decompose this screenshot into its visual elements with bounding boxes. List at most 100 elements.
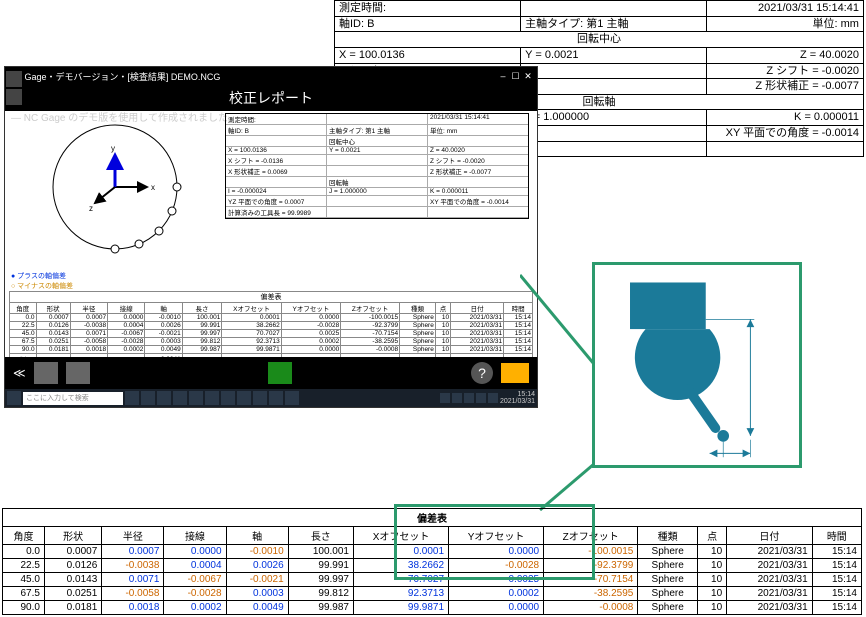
dev-table-header: 接線	[164, 527, 226, 545]
app-toolbar: ≪ ?	[5, 357, 537, 389]
info-cell: Z 形状補正 = -0.0077	[707, 79, 863, 94]
dev-table-cell: 2021/03/31	[727, 601, 812, 615]
mini-info-cell: 計算済みの工具長 = 99.9989	[226, 207, 327, 217]
mini-table-cell: 0.0003	[145, 338, 182, 346]
mini-table-cell: -0.0038	[70, 322, 107, 330]
info-cell: J = 1.000000	[521, 110, 707, 125]
sidebar-icon-2[interactable]	[6, 89, 22, 105]
dev-table-cell: 15:14	[812, 545, 861, 559]
taskbar-app-icon[interactable]	[221, 391, 235, 405]
dev-table-header: 半径	[102, 527, 164, 545]
info-cell: K = 0.000011	[707, 110, 863, 125]
taskbar-app-icon[interactable]	[285, 391, 299, 405]
tray-icon[interactable]	[452, 393, 462, 403]
app-titlebar: NC Gage・デモバージョン・[検査結果] DEMO.NCG – ☐ ✕	[5, 67, 537, 85]
start-button[interactable]	[7, 391, 21, 405]
help-icon[interactable]: ?	[471, 362, 493, 384]
mini-table-cell: 15:14	[504, 322, 533, 330]
dev-table-cell: -0.0021	[226, 573, 288, 587]
info-cell: X = 100.0136	[335, 48, 521, 63]
taskbar-search[interactable]: ここに入力して検索	[23, 392, 123, 405]
dev-table-header: 時間	[812, 527, 861, 545]
taskbar-app-icon[interactable]	[253, 391, 267, 405]
dev-table-cell: 67.5	[3, 587, 45, 601]
dev-table-cell: 2021/03/31	[727, 545, 812, 559]
dev-table-cell: 0.0003	[226, 587, 288, 601]
mini-info-cell	[327, 155, 428, 165]
info-cell: 軸ID: B	[335, 17, 521, 32]
app-body: 校正レポート — NC Gage のデモ版を使用して作成されました。 x y z	[5, 85, 537, 359]
taskbar-app-icon[interactable]	[173, 391, 187, 405]
dev-table-header: 点	[698, 527, 727, 545]
window-buttons[interactable]: – ☐ ✕	[498, 71, 533, 82]
dev-table-cell: Sphere	[638, 545, 698, 559]
info-cell	[521, 126, 707, 141]
mini-info-cell: 回転中心	[327, 136, 428, 146]
mini-table-cell: -0.0058	[70, 338, 107, 346]
mini-info-cell: Y = 0.0021	[327, 147, 428, 154]
mini-table-cell: -0.0067	[108, 330, 145, 338]
mini-table-cell: Sphere	[400, 314, 436, 322]
tray-icon[interactable]	[440, 393, 450, 403]
deviation-table: 偏差表角度形状半径接線軸長さXオフセットYオフセットZオフセット種類点日付時間0…	[2, 508, 862, 615]
printer2-icon[interactable]	[66, 362, 90, 384]
dev-table-header: Zオフセット	[544, 527, 638, 545]
dev-table-cell: 0.0004	[164, 559, 226, 573]
taskbar-app-icon[interactable]	[125, 391, 139, 405]
dev-table-cell: 10	[698, 573, 727, 587]
dev-table-cell: Sphere	[638, 587, 698, 601]
close-button[interactable]: ✕	[523, 71, 533, 82]
mini-table-cell: 0.0018	[70, 346, 107, 354]
table-row: 0.00.00070.00070.0000-0.0010100.0010.000…	[3, 545, 862, 559]
taskbar-app-icon[interactable]	[237, 391, 251, 405]
taskbar-app-icon[interactable]	[205, 391, 219, 405]
dev-table-title: 偏差表	[3, 509, 862, 527]
mini-table-cell: Sphere	[400, 322, 436, 330]
mini-table-cell: 70.7027	[222, 330, 281, 338]
dev-table-cell: 0.0	[3, 545, 45, 559]
dev-table-header: 日付	[727, 527, 812, 545]
dev-table-cell: 0.0143	[44, 573, 101, 587]
next-arrow-icon[interactable]	[501, 363, 529, 383]
info-cell: 2021/03/31 15:14:41	[707, 1, 863, 16]
info-cell	[521, 64, 707, 79]
dev-table-cell: 0.0000	[449, 601, 544, 615]
mini-info-cell: YZ 平面での角度 = 0.0007	[226, 196, 327, 206]
tray-icon[interactable]	[476, 393, 486, 403]
mini-table-header: Yオフセット	[281, 303, 340, 314]
toolbar-prev[interactable]: ≪	[13, 366, 26, 380]
mini-table-cell: 2021/03/31	[451, 330, 504, 338]
dev-table-cell: 15:14	[812, 601, 861, 615]
dev-table-cell: 45.0	[3, 573, 45, 587]
dev-table-cell: 10	[698, 545, 727, 559]
mini-table-cell: 0.0000	[281, 346, 340, 354]
tray-icon[interactable]	[464, 393, 474, 403]
info-cell: Y = 0.0021	[521, 48, 707, 63]
mini-table-header: Xオフセット	[222, 303, 281, 314]
mini-info-cell	[327, 207, 428, 217]
dev-table-cell: 0.0018	[102, 601, 164, 615]
sidebar-icon-1[interactable]	[6, 71, 22, 87]
mini-info-cell: Z = 40.0020	[428, 147, 528, 154]
taskbar-app-icon[interactable]	[141, 391, 155, 405]
mini-table-cell: 67.5	[10, 338, 37, 346]
table-row: 45.00.01430.0071-0.0067-0.002199.99770.7…	[3, 573, 862, 587]
tray-icon[interactable]	[488, 393, 498, 403]
print-icon[interactable]	[34, 362, 58, 384]
taskbar-app-icon[interactable]	[157, 391, 171, 405]
mini-info-cell: Z 形状補正 = -0.0077	[428, 166, 528, 176]
svg-text:x: x	[151, 183, 155, 192]
maximize-button[interactable]: ☐	[510, 71, 520, 82]
windows-taskbar: ここに入力して検索 15:14 2021/03/31	[5, 389, 537, 407]
dev-table-cell: 2021/03/31	[727, 587, 812, 601]
system-tray[interactable]: 15:14 2021/03/31	[440, 391, 535, 405]
svg-text:y: y	[111, 144, 115, 153]
dev-table-cell: -0.0038	[102, 559, 164, 573]
taskbar-app-icon[interactable]	[189, 391, 203, 405]
minimize-button[interactable]: –	[498, 71, 508, 81]
mini-table-header: 半径	[70, 303, 107, 314]
taskbar-app-icon[interactable]	[269, 391, 283, 405]
export-icon[interactable]	[268, 362, 292, 384]
mini-table-header: 日付	[451, 303, 504, 314]
mini-table-cell: 0.0026	[145, 322, 182, 330]
